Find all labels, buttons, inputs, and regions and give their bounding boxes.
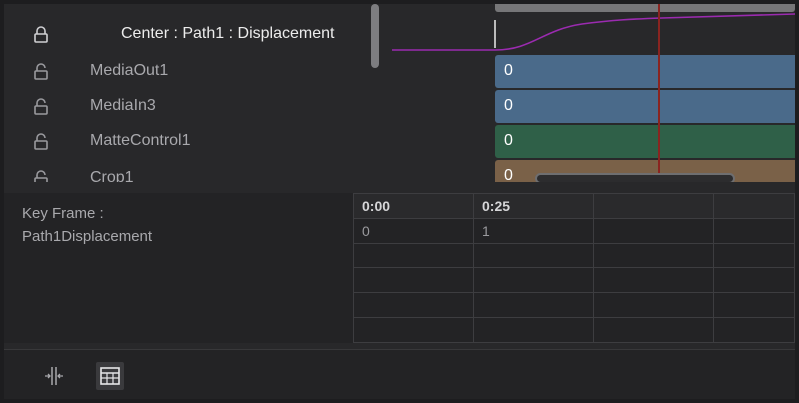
track-row-mediaout1[interactable]: MediaOut1 — [4, 55, 374, 87]
bar-value: 0 — [504, 62, 513, 79]
lock-icon[interactable] — [32, 63, 50, 81]
keyframe-parameter-name: Path1Displacement — [22, 228, 153, 245]
track-label: MediaIn3 — [90, 97, 156, 114]
keyframe-value-cell[interactable] — [713, 267, 795, 294]
keyframe-value-cell[interactable]: 1 — [473, 217, 594, 244]
keyframe-value-cell[interactable] — [593, 242, 714, 269]
keyframe-value-cell[interactable] — [593, 217, 714, 244]
bar-value: 0 — [504, 97, 513, 114]
keyframe-time-header-row: 0:00 0:25 — [353, 193, 795, 219]
keyframe-value-cell[interactable] — [593, 317, 714, 343]
keyframe-value-cell[interactable] — [713, 317, 795, 343]
lock-icon[interactable] — [32, 170, 50, 182]
keyframe-time-cell[interactable]: 0:00 — [353, 193, 474, 219]
keyframe-panel: Key Frame : Path1Displacement 0:00 0:25 … — [4, 193, 795, 343]
keyframe-value-cell[interactable] — [593, 292, 714, 319]
playhead[interactable] — [658, 4, 660, 182]
track-area: Center : Path1 : Displacement MediaOut1 … — [4, 4, 795, 182]
timeline-horizontal-scrollbar[interactable] — [535, 173, 735, 182]
track-list: Center : Path1 : Displacement MediaOut1 … — [4, 4, 379, 182]
keyframe-value-cell[interactable] — [473, 267, 594, 294]
lock-icon[interactable] — [32, 26, 50, 44]
track-bar-mattecontrol1[interactable]: 0 — [495, 125, 795, 158]
track-row-crop1[interactable]: Crop1 — [4, 162, 374, 182]
keyframe-time-cell[interactable] — [713, 193, 795, 219]
track-label: Crop1 — [90, 169, 134, 182]
keyframe-value-cell[interactable] — [473, 242, 594, 269]
keyframe-value-row: 0 1 — [353, 217, 795, 244]
track-label: Center : Path1 : Displacement — [121, 25, 335, 42]
bar-value: 0 — [504, 132, 513, 149]
keyframe-empty-row — [353, 242, 795, 269]
keyframe-value-cell[interactable]: 0 — [353, 217, 474, 244]
keyframe-value-cell[interactable] — [473, 292, 594, 319]
track-list-scrollbar[interactable] — [371, 4, 379, 68]
track-label: MatteControl1 — [90, 132, 191, 149]
keyframe-title: Key Frame : — [22, 205, 104, 222]
keyframe-value-cell[interactable] — [473, 317, 594, 343]
spline-editor-panel: Center : Path1 : Displacement MediaOut1 … — [4, 4, 795, 399]
keyframe-value-cell[interactable] — [713, 217, 795, 244]
keyframe-table: 0:00 0:25 0 1 — [353, 193, 795, 343]
keyframe-empty-row — [353, 292, 795, 319]
keyframe-value-cell[interactable] — [593, 267, 714, 294]
keyframe-empty-row — [353, 267, 795, 294]
bar-value: 0 — [504, 167, 513, 182]
keyframe-empty-row — [353, 317, 795, 343]
track-label: MediaOut1 — [90, 62, 169, 79]
timeline-area[interactable]: 0 0 0 0 — [392, 4, 795, 182]
track-bar-mediain3[interactable]: 0 — [495, 90, 795, 123]
table-icon[interactable] — [96, 362, 124, 390]
track-row-mattecontrol1[interactable]: MatteControl1 — [4, 125, 374, 157]
keyframe-value-cell[interactable] — [713, 242, 795, 269]
fit-split-icon[interactable] — [40, 362, 68, 390]
keyframe-time-cell[interactable]: 0:25 — [473, 193, 594, 219]
keyframe-value-cell[interactable] — [353, 242, 474, 269]
track-row-mediain3[interactable]: MediaIn3 — [4, 90, 374, 122]
lock-icon[interactable] — [32, 133, 50, 151]
track-bar-mediaout1[interactable]: 0 — [495, 55, 795, 88]
keyframe-time-cell[interactable] — [593, 193, 714, 219]
track-row-center-path-displacement[interactable]: Center : Path1 : Displacement — [4, 18, 374, 50]
keyframe-value-cell[interactable] — [713, 292, 795, 319]
keyframe-value-cell[interactable] — [353, 267, 474, 294]
bottom-toolbar — [4, 349, 795, 399]
keyframe-value-cell[interactable] — [353, 317, 474, 343]
lock-icon[interactable] — [32, 98, 50, 116]
keyframe-value-cell[interactable] — [353, 292, 474, 319]
